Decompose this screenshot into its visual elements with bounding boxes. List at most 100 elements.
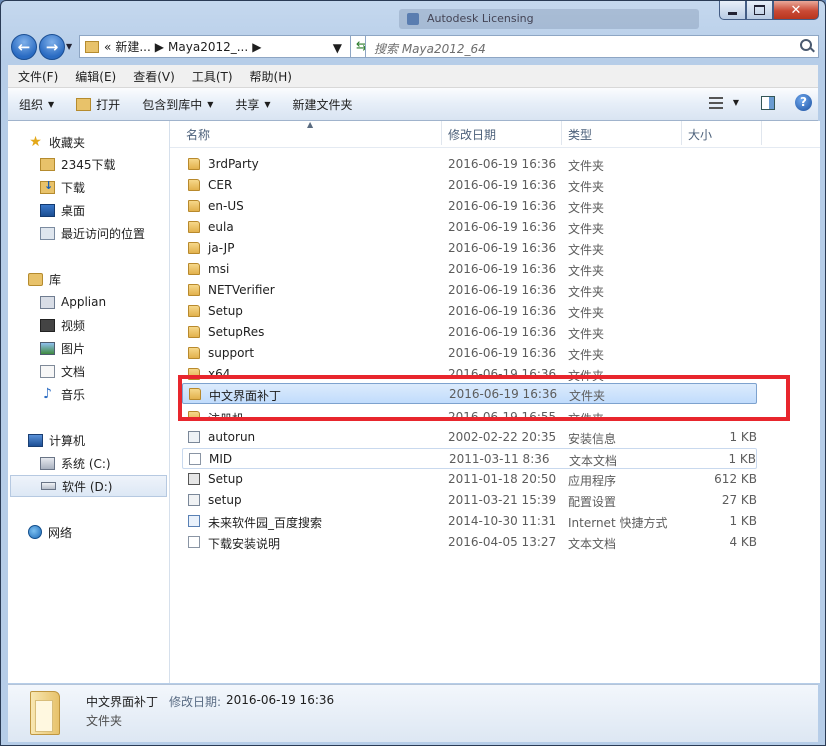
maximize-icon — [754, 5, 765, 15]
file-row[interactable]: 注册机 2016-06-19 16:55 文件夹 — [182, 407, 757, 421]
file-row[interactable]: 3rdParty 2016-06-19 16:36 文件夹 — [182, 154, 757, 175]
internet-shortcut-icon — [188, 515, 200, 527]
folder-icon — [188, 284, 200, 296]
file-row[interactable]: setup 2011-03-21 15:39 配置设置 27 KB — [182, 490, 757, 511]
file-row-selected[interactable]: 中文界面补丁 2016-06-19 16:36 文件夹 — [182, 383, 757, 404]
close-button[interactable]: ✕ — [773, 1, 819, 20]
column-type[interactable]: 类型 — [568, 126, 592, 143]
file-row[interactable]: msi 2016-06-19 16:36 文件夹 — [182, 259, 757, 280]
file-row[interactable]: Setup 2011-01-18 20:50 应用程序 612 KB — [182, 469, 757, 490]
autodesk-icon — [407, 13, 419, 25]
menu-view[interactable]: 查看(V) — [123, 68, 182, 85]
open-button[interactable]: 打开 — [65, 96, 131, 113]
chevron-right-icon[interactable]: ▶ — [252, 40, 261, 54]
file-row[interactable]: Setup 2016-06-19 16:36 文件夹 — [182, 301, 757, 322]
folder-icon — [188, 326, 200, 338]
close-icon: ✕ — [790, 2, 802, 18]
file-row[interactable]: CER 2016-06-19 16:36 文件夹 — [182, 175, 757, 196]
back-button[interactable]: ← — [11, 34, 37, 60]
details-type: 文件夹 — [86, 714, 123, 728]
command-bar: 组织 ▼ 打开 包含到库中 ▼ 共享 ▼ 新建文件夹 ▼ ? — [8, 88, 818, 121]
folder-icon — [30, 691, 60, 735]
folder-icon — [188, 200, 200, 212]
breadcrumb-overflow[interactable]: « — [104, 40, 111, 54]
menu-help[interactable]: 帮助(H) — [240, 68, 299, 85]
column-divider[interactable] — [441, 121, 442, 145]
folder-icon — [188, 411, 200, 421]
search-icon[interactable] — [800, 39, 812, 51]
column-size[interactable]: 大小 — [688, 126, 712, 143]
music-note-icon: ♪ — [43, 385, 52, 402]
include-library-label: 包含到库中 — [142, 97, 203, 112]
folder-icon — [85, 40, 99, 53]
file-row[interactable]: x64 2016-06-19 16:36 文件夹 — [182, 364, 757, 381]
column-divider[interactable] — [681, 121, 682, 145]
address-row: ← → ▼ « 新建... ▶ Maya2012_... ▶ ▼ ⇆ 搜索 Ma… — [7, 32, 819, 62]
preview-pane-icon[interactable] — [761, 95, 775, 110]
address-dropdown-icon[interactable]: ▼ — [333, 41, 342, 55]
maximize-button[interactable] — [746, 1, 773, 20]
organize-label: 组织 — [19, 97, 44, 112]
sort-ascending-icon: ▲ — [307, 120, 314, 129]
folder-icon — [40, 157, 55, 171]
file-row[interactable]: SetupRes 2016-06-19 16:36 文件夹 — [182, 322, 757, 343]
background-window-title: Autodesk Licensing — [399, 9, 699, 29]
chevron-down-icon: ▼ — [264, 99, 271, 109]
column-date[interactable]: 修改日期 — [448, 126, 496, 143]
menu-tools[interactable]: 工具(T) — [182, 68, 240, 85]
breadcrumb-item[interactable]: 新建... — [115, 38, 150, 55]
menu-bar: 文件(F) 编辑(E) 查看(V) 工具(T) 帮助(H) — [8, 65, 818, 88]
new-folder-button[interactable]: 新建文件夹 — [282, 96, 364, 113]
chevron-right-icon[interactable]: ▶ — [155, 40, 164, 54]
view-details-icon[interactable] — [708, 96, 723, 109]
recent-pages-dropdown[interactable]: ▼ — [66, 42, 74, 51]
breadcrumb-item[interactable]: Maya2012_... — [168, 40, 248, 54]
explorer-window: Autodesk Licensing ✕ ← → ▼ « 新建... ▶ May… — [0, 0, 826, 746]
column-name[interactable]: 名称 — [186, 126, 210, 143]
file-row[interactable]: en-US 2016-06-19 16:36 文件夹 — [182, 196, 757, 217]
search-input[interactable]: 搜索 Maya2012_64 — [365, 35, 819, 58]
picture-library-icon — [40, 341, 55, 355]
folder-icon — [189, 388, 201, 400]
nav-libraries[interactable]: 库 — [28, 268, 188, 290]
view-options-dropdown[interactable]: ▼ — [733, 98, 739, 107]
file-row[interactable]: NETVerifier 2016-06-19 16:36 文件夹 — [182, 280, 757, 301]
file-row[interactable]: eula 2016-06-19 16:36 文件夹 — [182, 217, 757, 238]
menu-edit[interactable]: 编辑(E) — [65, 68, 123, 85]
file-row[interactable]: 未来软件园_百度搜索 2014-10-30 11:31 Internet 快捷方式 1… — [182, 511, 757, 532]
chevron-down-icon: ▼ — [207, 99, 214, 109]
organize-button[interactable]: 组织 ▼ — [8, 96, 65, 113]
include-in-library-button[interactable]: 包含到库中 ▼ — [131, 96, 224, 113]
nav-favorites[interactable]: ★ 收藏夹 — [28, 131, 188, 153]
search-placeholder: 搜索 Maya2012_64 — [374, 42, 486, 56]
column-divider[interactable] — [761, 121, 762, 145]
library-folder-icon — [40, 295, 55, 309]
address-bar[interactable]: « 新建... ▶ Maya2012_... ▶ ▼ — [79, 35, 351, 58]
folder-icon — [188, 263, 200, 275]
help-icon[interactable]: ? — [795, 94, 812, 111]
network-icon — [28, 525, 42, 539]
downloads-folder-icon — [40, 179, 55, 194]
file-row[interactable]: 下载安装说明 2016-04-05 13:27 文本文档 4 KB — [182, 532, 757, 553]
folder-icon — [188, 242, 200, 254]
file-row[interactable]: support 2016-06-19 16:36 文件夹 — [182, 343, 757, 364]
nav-item-drive-d[interactable]: 软件 (D:) — [10, 475, 167, 497]
arrow-left-icon: ← — [17, 38, 31, 56]
menu-file[interactable]: 文件(F) — [8, 68, 65, 85]
column-divider[interactable] — [561, 121, 562, 145]
nav-computer[interactable]: 计算机 — [28, 429, 188, 451]
forward-button[interactable]: → — [39, 34, 65, 60]
file-row[interactable]: MID 2011-03-11 8:36 文本文档 1 KB — [182, 448, 757, 469]
nav-network[interactable]: 网络 — [28, 521, 188, 543]
setup-info-icon — [188, 431, 200, 443]
share-button[interactable]: 共享 ▼ — [224, 96, 281, 113]
details-pane: 中文界面补丁 修改日期: 2016-06-19 16:36 文件夹 — [8, 684, 818, 742]
minimize-button[interactable] — [719, 1, 746, 20]
share-label: 共享 — [235, 97, 260, 112]
video-library-icon — [40, 318, 55, 332]
file-row[interactable]: ja-JP 2016-06-19 16:36 文件夹 — [182, 238, 757, 259]
folder-icon — [188, 368, 200, 380]
folder-icon — [188, 221, 200, 233]
file-row[interactable]: autorun 2002-02-22 20:35 安装信息 1 KB — [182, 427, 757, 448]
details-date: 2016-06-19 16:36 — [226, 693, 335, 707]
